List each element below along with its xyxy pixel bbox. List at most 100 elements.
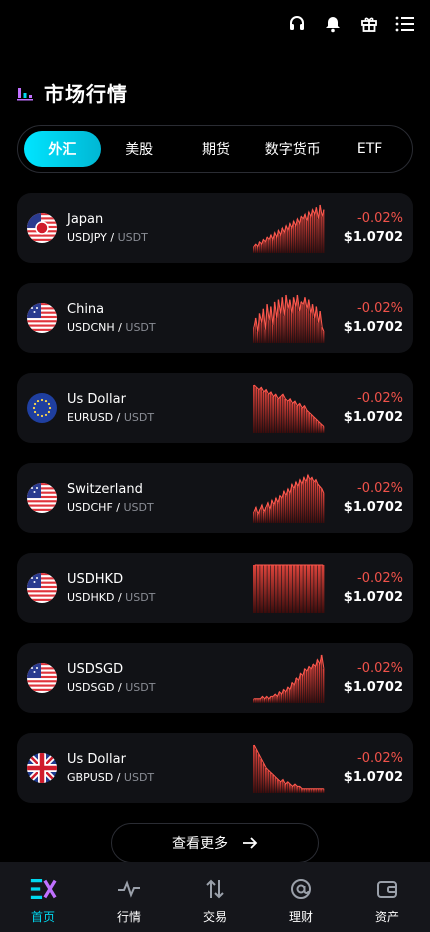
nav-home[interactable]: 首页 [0,862,86,932]
sparkline-bar [253,565,256,613]
sparkline-bar [263,565,267,613]
sparkline-bar [274,394,277,433]
sparkline-bar [312,664,314,703]
sparkline-bar [313,318,315,343]
sparkline-bar [275,237,278,253]
sparkline-bar [301,675,304,703]
nav-finance[interactable]: 理财 [258,862,344,932]
menu-icon[interactable] [394,13,416,35]
sparkline-bar [284,784,286,793]
tab-etf[interactable]: ETF [331,131,408,167]
sparkline-bar [253,246,255,253]
sparkline-chart [253,294,325,343]
market-card-usdjpy[interactable]: Japan USDJPY / USDT -0.02% $1.0702 [17,193,413,263]
price-value: $1.0702 [343,230,403,245]
sparkline-bar [278,565,282,613]
market-name: Us Dollar [67,392,126,407]
sparkline-bar [300,216,302,253]
sparkline-bar [301,408,303,433]
market-pair: USDHKD / USDT [67,591,156,604]
market-card-usdcnh[interactable]: China USDCNH / USDT -0.02% $1.0702 [17,283,413,353]
sparkline-bar [268,239,270,253]
pulse-icon [115,876,143,902]
price-change: -0.02% [357,211,403,226]
sparkline-bar [267,770,270,793]
sparkline-bar [260,322,262,343]
nav-market[interactable]: 行情 [86,862,172,932]
us-flag-icon [27,303,57,333]
price-change: -0.02% [357,481,403,496]
sparkline-bar [311,209,314,253]
section-header: 市场行情 [16,78,128,107]
market-list: Japan USDJPY / USDT -0.02% $1.0702 China… [17,193,413,823]
tab-crypto[interactable]: 数字货币 [254,131,331,167]
sparkline-bar [309,313,312,343]
sparkline-chart [253,204,325,253]
sparkline-bar [314,666,316,703]
gift-icon[interactable] [358,13,380,35]
at-circle-icon [287,876,315,902]
sparkline-bar [298,403,301,433]
market-card-usdchf[interactable]: Switzerland USDCHF / USDT -0.02% $1.0702 [17,463,413,533]
sparkline-bar [272,396,274,433]
price-value: $1.0702 [343,680,403,695]
sparkline-bar [293,488,295,523]
top-toolbar [286,12,416,36]
market-card-usdsgd[interactable]: USDSGD USDSGD / USDT -0.02% $1.0702 [17,643,413,713]
sparkline-bar [263,698,266,703]
sparkline-bar [253,385,255,433]
sparkline-bar [320,788,322,793]
nav-trade[interactable]: 交易 [172,862,258,932]
sparkline-bar [292,565,296,613]
sparkline-bar [313,214,315,253]
price-change: -0.02% [357,661,403,676]
sparkline-bar [303,668,306,703]
sparkline-bar [313,788,315,793]
sparkline-bar [260,244,262,253]
sparkline-bar [303,565,307,613]
sparkline-bar [255,749,258,793]
sparkline-bar [308,788,310,793]
sparkline-bar [302,218,304,253]
sparkline-bar [310,565,314,613]
sparkline-bar [322,668,325,703]
sparkline-bar [281,779,284,793]
bell-icon[interactable] [322,13,344,35]
view-more-button[interactable]: 查看更多 [111,823,319,863]
price-change: -0.02% [357,301,403,316]
sparkline-bar [322,426,325,433]
sparkline-bar [313,481,315,523]
sparkline-bar [301,788,303,793]
sparkline-bar [268,320,270,343]
sparkline-bar [295,481,297,523]
sparkline-bar [260,758,262,793]
sparkline-bar [260,387,262,433]
sparkline-bar [316,659,319,703]
headset-icon[interactable] [286,13,308,35]
market-card-eurusd[interactable]: Us Dollar EURUSD / USDT -0.02% $1.0702 [17,373,413,443]
tab-us-stocks[interactable]: 美股 [101,131,178,167]
sparkline-bar [291,403,294,433]
market-card-usdhkd[interactable]: USDHKD USDHKD / USDT -0.02% $1.0702 [17,553,413,623]
tab-futures[interactable]: 期货 [178,131,255,167]
market-pair: USDCHF / USDT [67,501,154,514]
bottom-navigation: 首页 行情 交易 理财 资产 [0,862,430,932]
sparkline-bar [305,410,308,433]
sparkline-bar [265,768,267,793]
sparkline-bar [287,230,289,253]
sparkline-bar [315,419,318,433]
market-card-gbpusd[interactable]: Us Dollar GBPUSD / USDT -0.02% $1.0702 [17,733,413,803]
sparkline-bar [305,788,308,793]
sparkline-bar [299,673,302,703]
sparkline-bar [276,696,278,703]
sparkline-bar [296,565,300,613]
tab-forex[interactable]: 外汇 [24,131,101,167]
us-flag-icon [27,663,57,693]
market-name: Switzerland [67,482,143,497]
sparkline-bar [323,331,325,343]
sparkline-bar [287,488,289,523]
sparkline-bar [317,788,320,793]
market-name: China [67,302,105,317]
sparkline-bar [264,329,266,343]
nav-assets[interactable]: 资产 [344,862,430,932]
